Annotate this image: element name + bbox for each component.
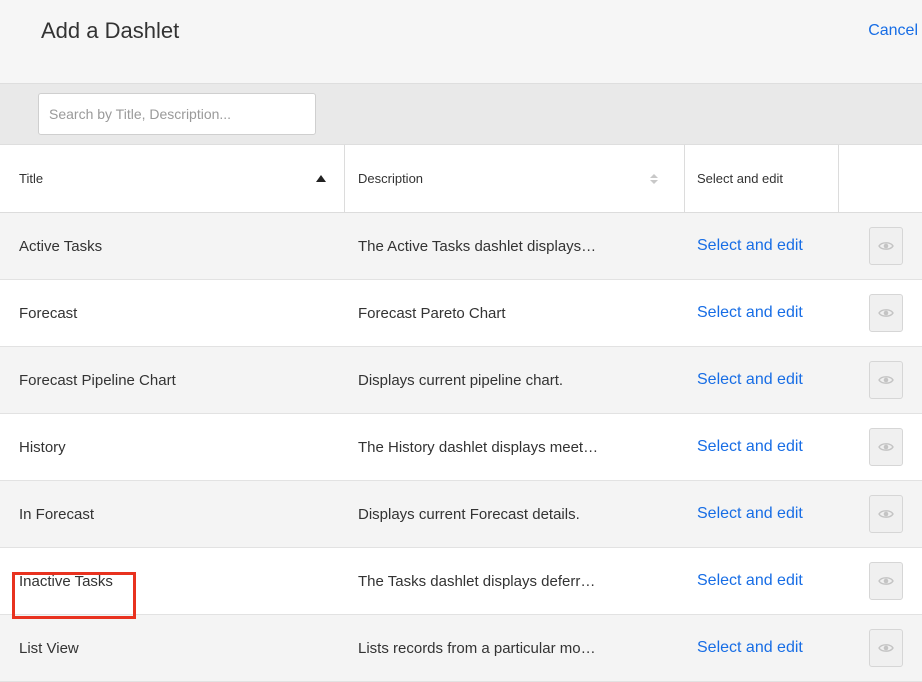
- row-select: Select and edit: [685, 481, 839, 547]
- eye-icon: [877, 309, 894, 317]
- dashlet-description: Lists records from a particular mo…: [358, 639, 596, 657]
- dashlet-description: The Active Tasks dashlet displays…: [358, 237, 597, 255]
- dialog-header: Add a Dashlet Cancel: [0, 0, 922, 83]
- column-header-select: Select and edit: [685, 145, 839, 212]
- dashlet-title: Inactive Tasks: [19, 572, 113, 590]
- row-preview: [839, 213, 922, 279]
- dashlet-title: Active Tasks: [19, 237, 103, 255]
- dashlet-table: Title Description Select and edit Active…: [0, 145, 922, 682]
- table-row: Inactive Tasks The Tasks dashlet displays…: [0, 548, 922, 615]
- row-description: The Active Tasks dashlet displays…: [345, 213, 685, 279]
- row-title: List View: [0, 615, 345, 681]
- row-description: The Tasks dashlet displays deferr…: [345, 548, 685, 614]
- table-row: History The History dashlet displays meet…: [0, 414, 922, 481]
- eye-icon: [877, 443, 894, 451]
- row-title: History: [0, 414, 345, 480]
- row-select: Select and edit: [685, 213, 839, 279]
- preview-button[interactable]: [868, 294, 903, 332]
- select-and-edit-link[interactable]: Select and edit: [697, 371, 803, 389]
- preview-button[interactable]: [868, 428, 903, 466]
- row-select: Select and edit: [685, 414, 839, 480]
- table-header-row: Title Description Select and edit: [0, 145, 922, 213]
- preview-button[interactable]: [868, 562, 903, 600]
- dashlet-title: Forecast: [19, 304, 78, 322]
- row-description: Lists records from a particular mo…: [345, 615, 685, 681]
- dashlet-title: History: [19, 438, 66, 456]
- column-header-preview: [839, 145, 922, 212]
- row-preview: [839, 347, 922, 413]
- row-title: Inactive Tasks: [0, 548, 345, 614]
- eye-icon: [877, 577, 894, 585]
- row-description: The History dashlet displays meet…: [345, 414, 685, 480]
- select-and-edit-link[interactable]: Select and edit: [697, 505, 803, 523]
- dashlet-description: The History dashlet displays meet…: [358, 438, 599, 456]
- search-bar: [0, 83, 922, 145]
- select-and-edit-link[interactable]: Select and edit: [697, 572, 803, 590]
- table-row: In Forecast Displays current Forecast det…: [0, 481, 922, 548]
- table-row: Forecast Forecast Pareto Chart Select and …: [0, 280, 922, 347]
- row-select: Select and edit: [685, 280, 839, 346]
- table-body: Active Tasks The Active Tasks dashlet dis…: [0, 213, 922, 682]
- eye-icon: [877, 510, 894, 518]
- add-dashlet-dialog: Add a Dashlet Cancel Title Description S…: [0, 0, 922, 682]
- eye-icon: [877, 242, 894, 250]
- row-title: Forecast: [0, 280, 345, 346]
- row-preview: [839, 481, 922, 547]
- dashlet-title: In Forecast: [19, 505, 95, 523]
- row-preview: [839, 414, 922, 480]
- select-and-edit-link[interactable]: Select and edit: [697, 304, 803, 322]
- row-preview: [839, 615, 922, 681]
- search-input[interactable]: [38, 93, 316, 135]
- dashlet-description: Displays current pipeline chart.: [358, 371, 564, 389]
- dashlet-title: Forecast Pipeline Chart: [19, 371, 176, 389]
- select-and-edit-link[interactable]: Select and edit: [697, 237, 803, 255]
- column-header-title[interactable]: Title: [0, 145, 345, 212]
- row-title: Active Tasks: [0, 213, 345, 279]
- row-title: In Forecast: [0, 481, 345, 547]
- column-header-title-label: Title: [19, 171, 44, 186]
- table-row: List View Lists records from a particular…: [0, 615, 922, 682]
- row-description: Forecast Pareto Chart: [345, 280, 685, 346]
- sort-unsorted-icon: [650, 173, 658, 184]
- dashlet-title: List View: [19, 639, 79, 657]
- preview-button[interactable]: [868, 629, 903, 667]
- column-header-description-label: Description: [358, 171, 424, 186]
- eye-icon: [877, 644, 894, 652]
- row-preview: [839, 548, 922, 614]
- row-select: Select and edit: [685, 615, 839, 681]
- preview-button[interactable]: [868, 495, 903, 533]
- select-and-edit-link[interactable]: Select and edit: [697, 639, 803, 657]
- column-header-select-label: Select and edit: [697, 171, 784, 186]
- row-select: Select and edit: [685, 347, 839, 413]
- column-header-description[interactable]: Description: [345, 145, 685, 212]
- row-preview: [839, 280, 922, 346]
- cancel-button[interactable]: Cancel: [868, 22, 918, 40]
- dashlet-description: Forecast Pareto Chart: [358, 304, 506, 322]
- row-description: Displays current Forecast details.: [345, 481, 685, 547]
- dashlet-description: The Tasks dashlet displays deferr…: [358, 572, 596, 590]
- row-select: Select and edit: [685, 548, 839, 614]
- select-and-edit-link[interactable]: Select and edit: [697, 438, 803, 456]
- sort-ascending-icon: [316, 175, 326, 182]
- row-description: Displays current pipeline chart.: [345, 347, 685, 413]
- dialog-title: Add a Dashlet: [41, 18, 180, 43]
- preview-button[interactable]: [868, 227, 903, 265]
- row-title: Forecast Pipeline Chart: [0, 347, 345, 413]
- table-row: Forecast Pipeline Chart Displays current …: [0, 347, 922, 414]
- dashlet-description: Displays current Forecast details.: [358, 505, 580, 523]
- eye-icon: [877, 376, 894, 384]
- table-row: Active Tasks The Active Tasks dashlet dis…: [0, 213, 922, 280]
- preview-button[interactable]: [868, 361, 903, 399]
